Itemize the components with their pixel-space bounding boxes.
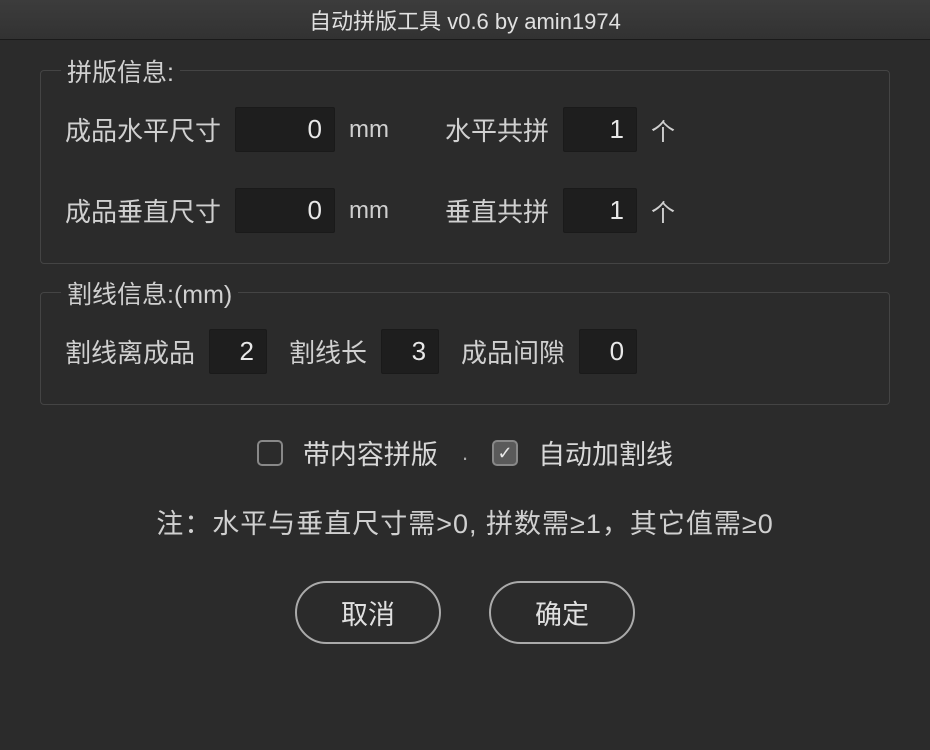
- validation-note: 注：水平与垂直尺寸需>0, 拼数需≥1，其它值需≥0: [40, 502, 890, 541]
- options-row: 带内容拼版 . ✓ 自动加割线: [40, 433, 890, 472]
- product-gap-label: 成品间隙: [461, 333, 565, 370]
- cutline-row: 割线离成品 割线长 成品间隙: [65, 329, 869, 374]
- dialog-content: 拼版信息: 成品水平尺寸 mm 水平共拼 个 成品垂直尺寸 mm 垂直共拼 个 …: [0, 40, 930, 674]
- window-titlebar: 自动拼版工具 v0.6 by amin1974: [0, 0, 930, 40]
- cutline-length-input[interactable]: [381, 329, 439, 374]
- ok-button[interactable]: 确定: [489, 581, 635, 644]
- horizontal-size-input[interactable]: [235, 107, 335, 152]
- with-content-label: 带内容拼版: [303, 433, 438, 472]
- horizontal-size-label: 成品水平尺寸: [65, 111, 221, 148]
- horizontal-count-unit: 个: [651, 112, 675, 147]
- vertical-count-label: 垂直共拼: [445, 192, 549, 229]
- with-content-checkbox[interactable]: [257, 440, 283, 466]
- vertical-count-input[interactable]: [563, 188, 637, 233]
- horizontal-count-label: 水平共拼: [445, 111, 549, 148]
- window-title: 自动拼版工具 v0.6 by amin1974: [309, 4, 621, 36]
- vertical-size-unit: mm: [349, 197, 389, 225]
- auto-cutline-checkbox[interactable]: ✓: [492, 440, 518, 466]
- cutline-group-legend: 割线信息:(mm): [61, 275, 238, 311]
- cutline-offset-input[interactable]: [209, 329, 267, 374]
- cancel-button[interactable]: 取消: [295, 581, 441, 644]
- cutline-offset-label: 割线离成品: [65, 333, 195, 370]
- horizontal-size-row: 成品水平尺寸 mm 水平共拼 个: [65, 107, 869, 152]
- horizontal-size-unit: mm: [349, 116, 389, 144]
- cutline-length-label: 割线长: [289, 333, 367, 370]
- vertical-size-input[interactable]: [235, 188, 335, 233]
- imposition-group: 拼版信息: 成品水平尺寸 mm 水平共拼 个 成品垂直尺寸 mm 垂直共拼 个: [40, 70, 890, 264]
- product-gap-input[interactable]: [579, 329, 637, 374]
- horizontal-count-input[interactable]: [563, 107, 637, 152]
- cutline-group: 割线信息:(mm) 割线离成品 割线长 成品间隙: [40, 292, 890, 405]
- vertical-size-label: 成品垂直尺寸: [65, 192, 221, 229]
- button-row: 取消 确定: [40, 581, 890, 644]
- imposition-group-legend: 拼版信息:: [61, 53, 180, 89]
- auto-cutline-label: 自动加割线: [538, 433, 673, 472]
- vertical-count-unit: 个: [651, 193, 675, 228]
- checkmark-icon: ✓: [498, 444, 513, 462]
- vertical-size-row: 成品垂直尺寸 mm 垂直共拼 个: [65, 188, 869, 233]
- separator-dot-icon: .: [458, 440, 472, 466]
